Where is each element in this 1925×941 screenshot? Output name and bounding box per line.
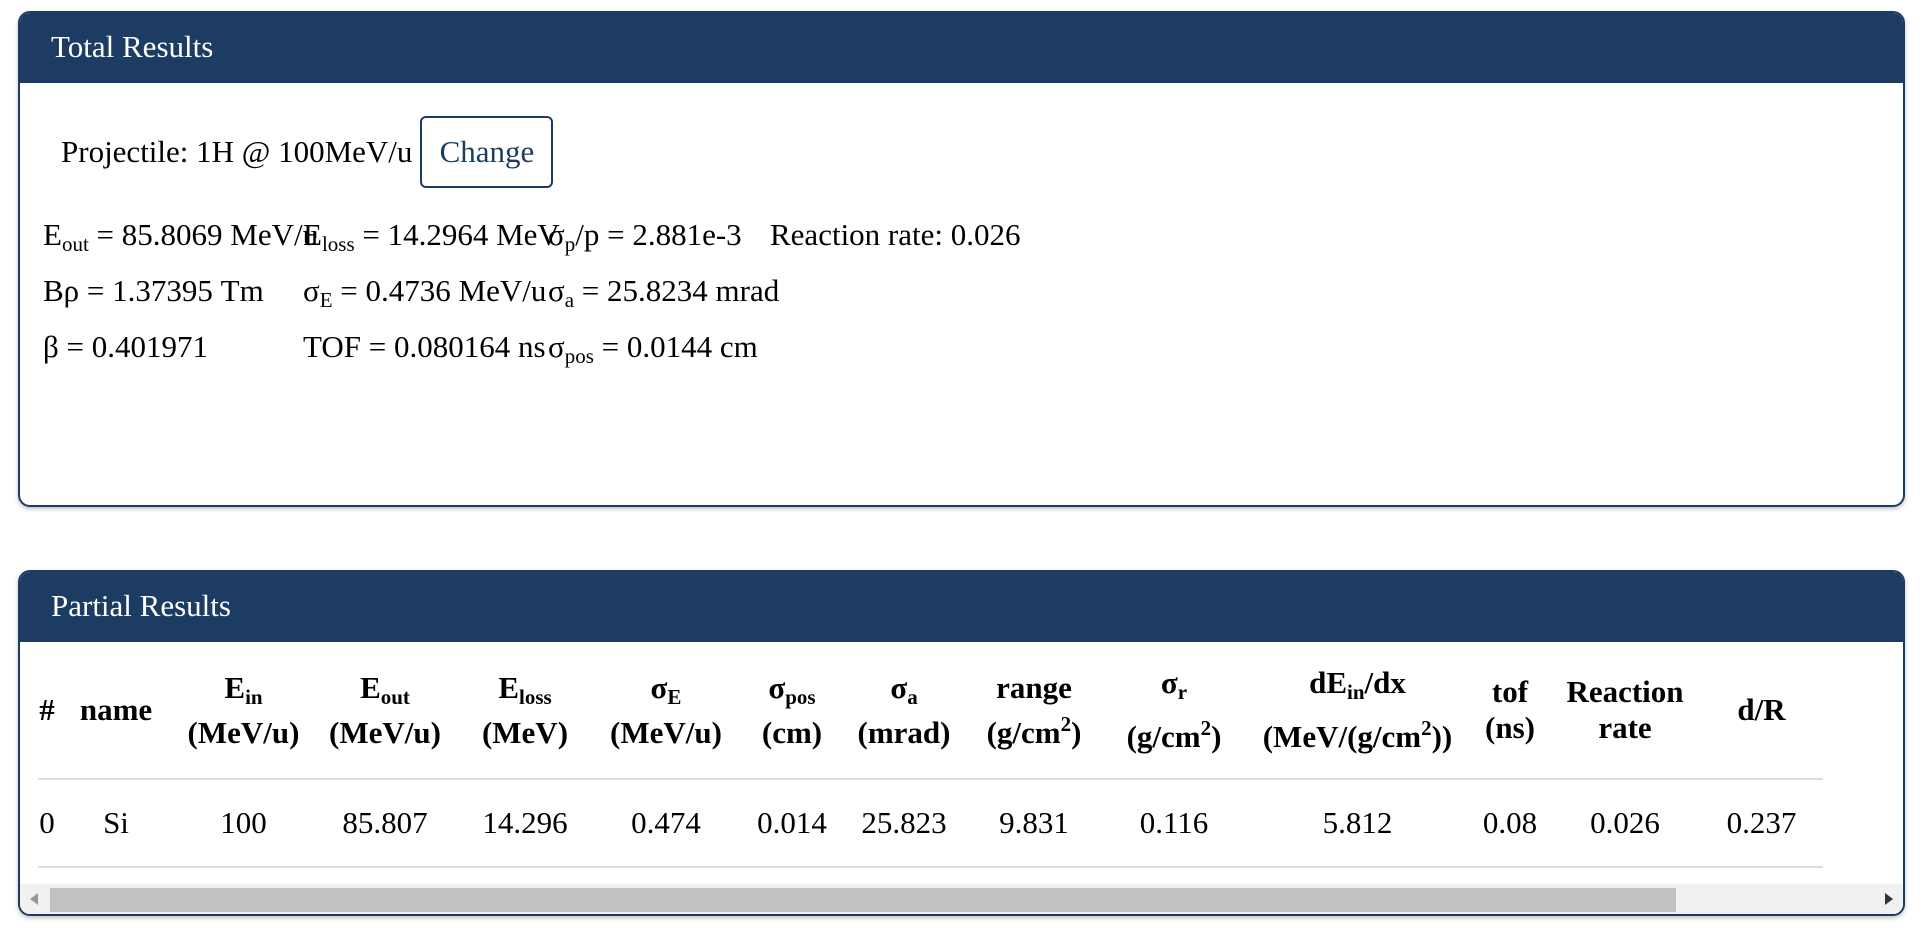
sigma-p-result: σp/p = 2.881e-3 [548,217,742,256]
sigma-e-result: σE = 0.4736 MeV/u [303,273,547,312]
table-cell: 25.823 [843,779,965,868]
sigma-a-result: σa = 25.8234 mrad [548,273,780,312]
table-cell: 85.807 [311,779,459,868]
col-header-num: # [38,642,56,780]
col-header-range: range (g/cm2) [965,642,1103,780]
table-cell: Si [56,779,176,868]
table-cell: 0.237 [1700,779,1823,868]
table-cell: 0.014 [741,779,843,868]
table-cell: 0.026 [1550,779,1700,868]
col-header-sigma-r: σr (g/cm2) [1103,642,1245,780]
col-header-d-r: d/R [1700,642,1823,780]
table-cell: 14.296 [459,779,591,868]
col-header-sigma-a: σa (mrad) [843,642,965,780]
total-results-panel: Total Results Projectile: 1H @ 100MeV/u … [18,11,1905,507]
beta-result: β = 0.401971 [43,329,209,364]
col-header-sigma-pos: σpos (cm) [741,642,843,780]
table-cell: 0.474 [591,779,741,868]
table-cell: 9.831 [965,779,1103,868]
table-row: 0 Si 100 85.807 14.296 0.474 0.014 25.82… [38,779,1823,868]
change-projectile-button[interactable]: Change [420,116,554,188]
col-header-e-loss: Eloss (MeV) [459,642,591,780]
table-cell: 100 [176,779,311,868]
col-header-de-dx: dEin/dx (MeV/(g/cm2)) [1245,642,1470,780]
partial-results-panel: Partial Results # name Ein (MeV/u) Eout (M… [18,570,1905,916]
table-cell: 0 [38,779,56,868]
scroll-right-arrow-icon[interactable] [1885,893,1893,905]
partial-results-table: # name Ein (MeV/u) Eout (MeV/u) Eloss (MeV)… [38,642,1823,868]
e-out-result: Eout = 85.8069 MeV/u [43,217,319,256]
sigma-pos-result: σpos = 0.0144 cm [548,329,758,368]
table-cell: 0.08 [1470,779,1550,868]
table-cell: 5.812 [1245,779,1470,868]
col-header-e-in: Ein (MeV/u) [176,642,311,780]
tof-result: TOF = 0.080164 ns [303,329,546,364]
table-cell: 0.116 [1103,779,1245,868]
col-header-tof: tof (ns) [1470,642,1550,780]
partial-results-title: Partial Results [20,572,1903,642]
horizontal-scrollbar[interactable] [20,884,1903,914]
projectile-label: Projectile: 1H @ 100MeV/u [61,134,413,169]
col-header-reaction-rate: Reaction rate [1550,642,1700,780]
e-loss-result: Eloss = 14.2964 MeV [303,217,560,256]
brho-result: Bρ = 1.37395 Tm [43,273,264,308]
reaction-rate-result: Reaction rate: 0.026 [770,217,1021,252]
col-header-e-out: Eout (MeV/u) [311,642,459,780]
col-header-sigma-e: σE (MeV/u) [591,642,741,780]
total-results-title: Total Results [20,13,1903,83]
scroll-left-arrow-icon[interactable] [30,893,38,905]
col-header-name: name [56,642,176,780]
projectile-row: Projectile: 1H @ 100MeV/u Change [61,116,554,188]
table-header-row: # name Ein (MeV/u) Eout (MeV/u) Eloss (MeV)… [38,642,1823,780]
scrollbar-thumb[interactable] [50,888,1676,912]
